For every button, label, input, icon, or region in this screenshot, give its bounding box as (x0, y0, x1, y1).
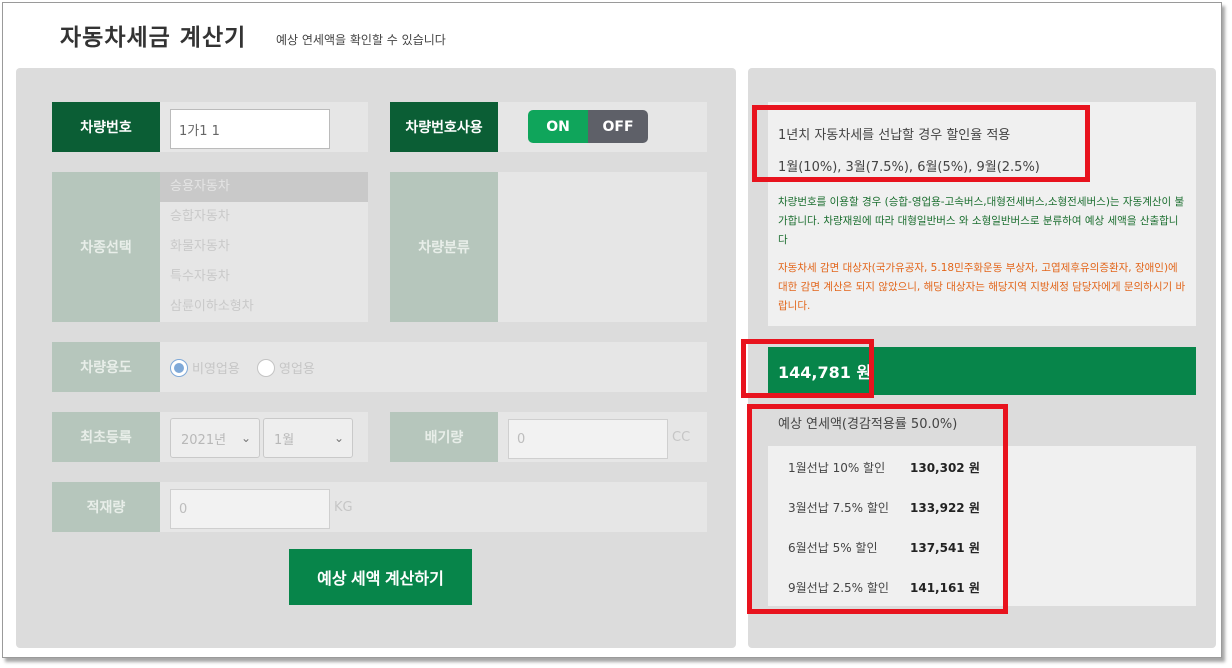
plate-use-toggle[interactable]: ON OFF (528, 110, 648, 143)
vehicle-type-option[interactable]: 화물자동차 (160, 232, 368, 262)
usage-radio-noncommercial[interactable]: 비영업용 (170, 358, 240, 377)
highlight-discount-table (747, 404, 1008, 614)
vehicle-type-option[interactable]: 승용자동차 (160, 172, 368, 202)
registration-year-select[interactable]: 2021년 ⌄ (170, 418, 260, 458)
vehicle-type-option[interactable]: 특수자동차 (160, 262, 368, 292)
chevron-down-icon: ⌄ (240, 431, 251, 445)
usage-option-label: 비영업용 (192, 362, 240, 377)
page-title: 자동차세금 계산기 (60, 25, 247, 51)
registration-year-value: 2021년 (181, 432, 227, 448)
calculate-button[interactable]: 예상 세액 계산하기 (289, 549, 472, 605)
registration-month-value: 1월 (274, 432, 295, 448)
reduction-notice: 자동차세 감면 대상자(국가유공자, 5.18민주화운동 부상자, 고엽제후유의… (778, 262, 1186, 312)
radio-icon[interactable] (257, 358, 275, 377)
toggle-on-option[interactable]: ON (528, 110, 588, 143)
load-input[interactable]: 0 (170, 489, 330, 529)
load-unit: KG (334, 500, 353, 515)
usage-radio-commercial[interactable]: 영업용 (257, 358, 315, 377)
plate-label: 차량번호 (52, 102, 160, 152)
toggle-off-option[interactable]: OFF (588, 110, 648, 143)
page-subtitle: 예상 연세액을 확인할 수 있습니다 (276, 33, 446, 47)
plate-input[interactable]: 1가1 1 (170, 109, 330, 149)
usage-label: 차량용도 (52, 342, 160, 392)
load-label: 적재량 (52, 482, 160, 532)
radio-icon[interactable] (170, 358, 188, 377)
chevron-down-icon: ⌄ (333, 431, 344, 445)
displacement-input[interactable]: 0 (508, 419, 668, 459)
vehicle-type-label: 차종선택 (52, 172, 160, 322)
vehicle-type-option[interactable]: 승합자동차 (160, 202, 368, 232)
highlight-prepay-info (752, 105, 1090, 182)
vehicle-type-option[interactable]: 삼륜이하소형차 (160, 292, 368, 322)
highlight-total (741, 339, 874, 398)
vehicle-type-list[interactable]: 승용자동차 승합자동차 화물자동차 특수자동차 삼륜이하소형차 (160, 172, 368, 322)
displacement-unit: CC (672, 430, 691, 445)
plate-notice: 차량번호를 이용할 경우 (승합-영업용-고속버스,대형전세버스,소형전세버스)… (778, 196, 1185, 246)
plate-use-label: 차량번호사용 (390, 102, 498, 152)
displacement-label: 배기량 (390, 412, 498, 462)
usage-option-label: 영업용 (279, 362, 315, 377)
registration-label: 최초등록 (52, 412, 160, 462)
vehicle-class-label: 차량분류 (390, 172, 498, 322)
registration-month-select[interactable]: 1월 ⌄ (263, 418, 353, 458)
